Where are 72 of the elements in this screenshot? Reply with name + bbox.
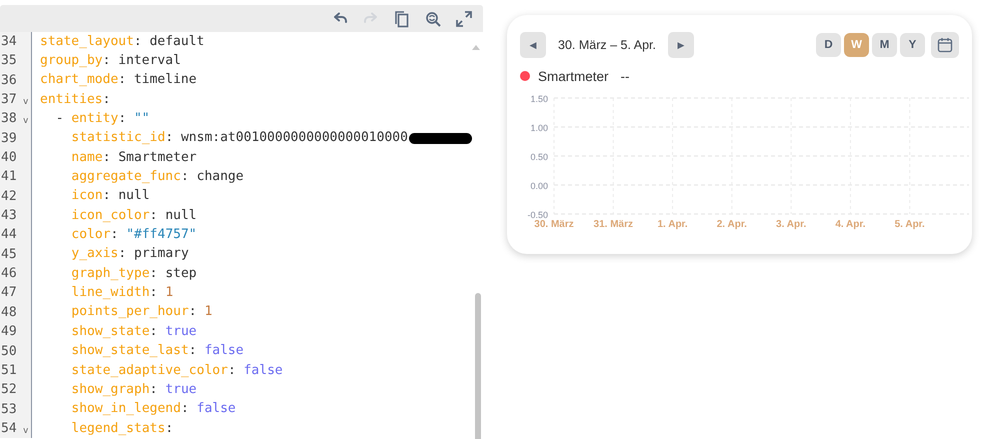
line-number: 41: [1, 168, 17, 186]
line-number: 52: [1, 381, 17, 400]
code-line: show_graph: true: [71, 382, 197, 398]
code-line: line_width: 1: [71, 285, 174, 302]
code-line: show_state_last: false: [71, 343, 244, 360]
line-number: 37: [1, 91, 17, 110]
line-number: 48: [1, 304, 17, 322]
code-line: statistic_id: wnsm:at0010000000000000010000: [71, 130, 408, 146]
line-number: 51: [1, 362, 17, 380]
code-line: group_by: interval: [40, 53, 181, 70]
code-line: color: "#ff4757": [71, 227, 197, 244]
line-number: 44: [1, 226, 17, 244]
x-axis-label: 31. März: [594, 219, 634, 230]
y-axis-label: -0.50: [527, 210, 548, 220]
code-line: graph_type: step: [71, 266, 197, 282]
code-line: legend_stats:: [71, 420, 174, 437]
x-axis-label: 5. Apr.: [894, 219, 925, 230]
code-line: entities:: [40, 92, 110, 108]
y-axis-label: 0.00: [530, 181, 548, 191]
line-number: 35: [1, 52, 17, 70]
code-line: points_per_hour: 1: [71, 304, 212, 320]
period-tab[interactable]: Y: [900, 33, 925, 57]
period-tab[interactable]: D: [816, 33, 841, 57]
scrollbar-thumb[interactable]: [475, 293, 481, 439]
previous-button[interactable]: ◀: [520, 32, 546, 58]
y-axis-label: 1.00: [530, 123, 548, 133]
search-replace-icon[interactable]: [424, 10, 442, 28]
y-axis-label: 0.50: [530, 152, 548, 162]
x-axis-label: 30. März: [534, 219, 574, 230]
code-line: icon: null: [71, 188, 150, 204]
code-line: aggregate_func: change: [71, 169, 244, 186]
period-tab[interactable]: M: [872, 33, 897, 57]
line-number: 45: [1, 246, 17, 264]
line-number: 53: [1, 400, 17, 419]
line-number: 39: [1, 130, 17, 148]
calendar-icon: [937, 37, 953, 53]
legend-label[interactable]: Smartmeter: [538, 68, 609, 84]
line-number: 49: [1, 323, 17, 342]
next-button[interactable]: ▶: [668, 32, 694, 58]
code-line: name: Smartmeter: [71, 150, 197, 166]
legend-value: --: [620, 68, 630, 84]
x-axis-label: 2. Apr.: [716, 219, 747, 230]
code-line: state_layout: default: [40, 34, 204, 50]
line-number: 34: [1, 33, 17, 51]
line-number: 46: [1, 265, 17, 284]
calendar-button[interactable]: [931, 32, 959, 58]
x-axis-label: 3. Apr.: [776, 219, 806, 230]
x-axis-label: 4. Apr.: [835, 219, 866, 230]
code-line: state_adaptive_color: false: [71, 362, 283, 379]
x-axis-label: 1. Apr.: [657, 219, 688, 230]
fold-toggle[interactable]: v: [23, 93, 28, 112]
expand-icon[interactable]: [455, 10, 473, 28]
code-line: icon_color: null: [71, 208, 197, 224]
copy-icon[interactable]: [393, 10, 411, 28]
line-number: 42: [1, 188, 17, 206]
code-editor[interactable]: [0, 5, 483, 439]
code-line: y_axis: primary: [71, 246, 189, 262]
line-number: 43: [1, 207, 17, 226]
line-number: 50: [1, 342, 17, 360]
line-number: 47: [1, 284, 17, 302]
line-number: 54: [1, 420, 17, 438]
code-line: show_in_legend: false: [71, 401, 236, 418]
date-range: 30. März – 5. Apr.: [558, 38, 656, 52]
fold-toggle[interactable]: v: [23, 112, 28, 132]
line-number: 36: [1, 72, 17, 90]
y-axis-label: 1.50: [530, 94, 548, 104]
code-line: - entity: "": [56, 111, 150, 128]
line-number: 38: [1, 110, 17, 128]
fold-toggle[interactable]: v: [23, 422, 28, 439]
line-number: 40: [1, 149, 17, 168]
code-line: show_state: true: [71, 324, 197, 340]
code-line: chart_mode: timeline: [40, 72, 197, 88]
